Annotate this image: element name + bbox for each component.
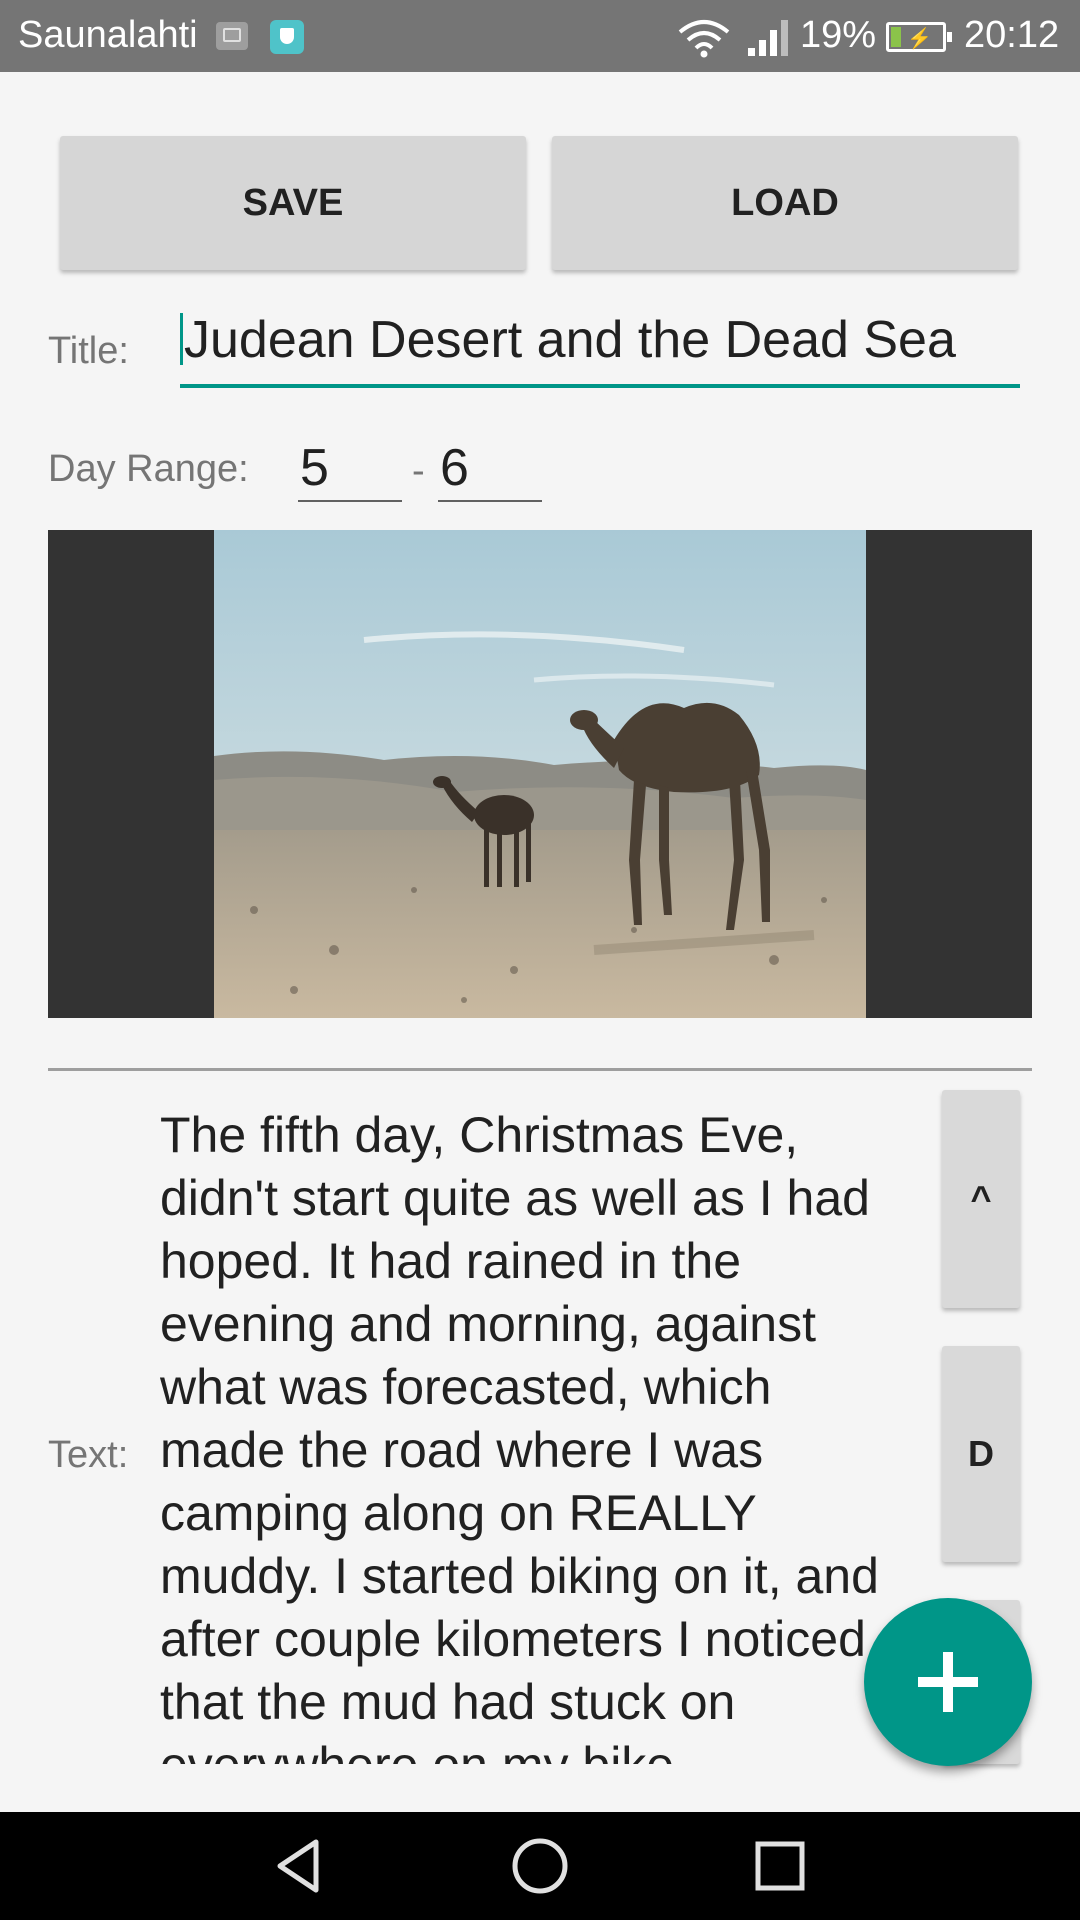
navigation-bar xyxy=(0,1812,1080,1920)
title-input[interactable]: Judean Desert and the Dead Sea xyxy=(180,310,1020,388)
add-fab-button[interactable] xyxy=(864,1598,1032,1766)
battery-level xyxy=(891,27,902,47)
back-icon[interactable] xyxy=(270,1836,330,1896)
shield-icon xyxy=(270,20,304,54)
photo-frame[interactable] xyxy=(48,530,1032,1018)
carrier-name: Saunalahti xyxy=(18,14,198,56)
day-range-separator: - xyxy=(412,450,425,492)
charging-bolt-icon: ⚡ xyxy=(907,28,932,50)
home-icon[interactable] xyxy=(510,1836,570,1896)
status-bar: Saunalahti 19% ⚡ 20:12 xyxy=(0,0,1080,72)
save-button[interactable]: SAVE xyxy=(60,136,526,270)
desert-photo-illustration xyxy=(214,530,866,1018)
battery-percent: 19% xyxy=(800,14,877,56)
recents-icon[interactable] xyxy=(750,1836,810,1896)
text-label: Text: xyxy=(48,1434,129,1476)
signal-icon xyxy=(748,20,788,56)
title-value: Judean Desert and the Dead Sea xyxy=(184,311,956,369)
day-end-input[interactable]: 6 xyxy=(438,440,542,502)
photo-camels-desert[interactable] xyxy=(214,530,866,1018)
battery-charging-icon: ⚡ xyxy=(886,22,952,52)
load-button[interactable]: LOAD xyxy=(552,136,1018,270)
wifi-icon xyxy=(678,20,730,58)
text-cursor xyxy=(180,313,183,365)
section-divider xyxy=(48,1068,1032,1071)
day-range-label: Day Range: xyxy=(48,448,249,490)
plus-icon xyxy=(918,1652,978,1712)
day-start-input[interactable]: 5 xyxy=(298,440,402,502)
image-notification-icon xyxy=(216,22,248,50)
clock: 20:12 xyxy=(964,14,1060,56)
title-label: Title: xyxy=(48,330,129,372)
move-up-button[interactable]: ^ xyxy=(942,1090,1020,1308)
text-input[interactable]: The fifth day, Christmas Eve, didn't sta… xyxy=(160,1104,900,1764)
d-button[interactable]: D xyxy=(942,1346,1020,1562)
